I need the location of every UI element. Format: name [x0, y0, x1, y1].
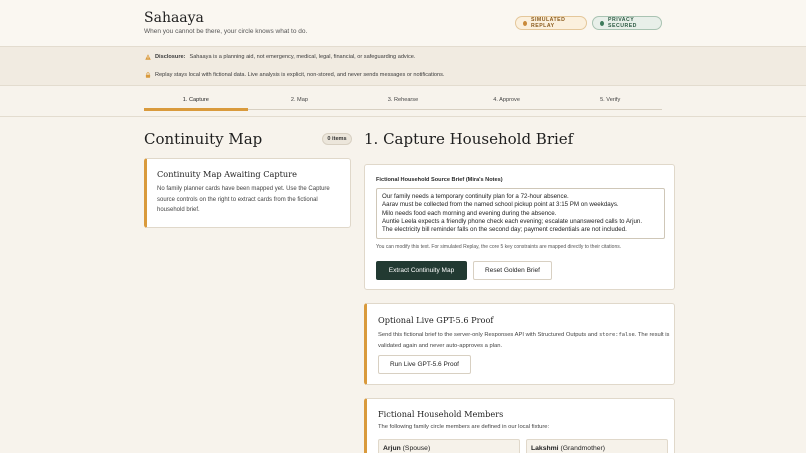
disclosure-label: Disclosure: [155, 54, 186, 60]
member-name: Lakshmi [531, 445, 559, 452]
proof-body-pre: Send this fictional brief to the server-… [378, 332, 598, 338]
step-capture[interactable]: 1. Capture [144, 94, 248, 111]
brief-card: Fictional Household Source Brief (Mira's… [364, 164, 675, 290]
lock-icon [145, 72, 151, 78]
step-rehearse[interactable]: 3. Rehearse [351, 94, 455, 109]
step-map[interactable]: 2. Map [248, 94, 352, 109]
continuity-map-title: Continuity Map [144, 130, 263, 148]
store-false-code: store:false [599, 332, 635, 338]
workflow-steps: 1. Capture 2. Map 3. Rehearse 4. Approve… [144, 94, 662, 111]
status-dot-icon [600, 20, 605, 26]
step-approve[interactable]: 4. Approve [455, 94, 559, 109]
brand-tagline: When you cannot be there, your circle kn… [144, 28, 308, 35]
continuity-empty-card: Continuity Map Awaiting Capture No famil… [144, 158, 351, 228]
members-intro: The following family circle members are … [378, 424, 550, 430]
privacy-secured-label: PRIVACY SECURED [608, 17, 637, 29]
reset-brief-button[interactable]: Reset Golden Brief [473, 261, 552, 280]
member-role: (Grandmother) [560, 445, 606, 452]
live-proof-card: Optional Live GPT-5.6 Proof Send this fi… [364, 303, 675, 385]
capture-title: 1. Capture Household Brief [364, 130, 574, 148]
disclosure-text: Sahaaya is a planning aid, not emergency… [189, 54, 416, 60]
run-live-proof-button[interactable]: Run Live GPT-5.6 Proof [378, 355, 471, 374]
member-role: (Spouse) [402, 445, 431, 452]
disclosure-row: Disclosure: Sahaaya is a planning aid, n… [145, 54, 415, 60]
member-card: Lakshmi (Grandmother) [526, 439, 668, 453]
simulated-replay-label: SIMULATED REPLAY [531, 17, 566, 29]
replay-row: Replay stays local with fictional data. … [145, 72, 444, 78]
warning-icon [145, 54, 151, 60]
extract-map-button[interactable]: Extract Continuity Map [376, 261, 467, 280]
brief-help-text: You can modify this text. For simulated … [376, 244, 622, 250]
step-verify[interactable]: 5. Verify [558, 94, 662, 109]
section-divider [0, 116, 806, 117]
member-name: Arjun [383, 445, 401, 452]
item-count-badge: 0 items [322, 133, 352, 145]
status-dot-icon [523, 20, 527, 26]
source-brief-label: Fictional Household Source Brief (Mira's… [376, 177, 503, 183]
app-header: Sahaaya When you cannot be there, your c… [0, 0, 806, 46]
replay-text: Replay stays local with fictional data. … [155, 72, 445, 78]
empty-card-body: No family planner cards have been mapped… [157, 186, 330, 213]
member-card: Arjun (Spouse) [378, 439, 520, 453]
simulated-replay-badge: SIMULATED REPLAY [515, 16, 587, 30]
disclosure-banner: Disclosure: Sahaaya is a planning aid, n… [0, 46, 806, 86]
household-members-card: Fictional Household Members The followin… [364, 398, 675, 453]
privacy-secured-badge: PRIVACY SECURED [592, 16, 662, 30]
source-brief-textarea[interactable]: Our family needs a temporary continuity … [376, 188, 665, 239]
proof-title: Optional Live GPT-5.6 Proof [378, 315, 494, 325]
empty-card-title: Continuity Map Awaiting Capture [157, 169, 297, 179]
members-title: Fictional Household Members [378, 409, 504, 419]
proof-body: Send this fictional brief to the server-… [378, 330, 670, 351]
brand-title: Sahaaya [144, 10, 204, 26]
